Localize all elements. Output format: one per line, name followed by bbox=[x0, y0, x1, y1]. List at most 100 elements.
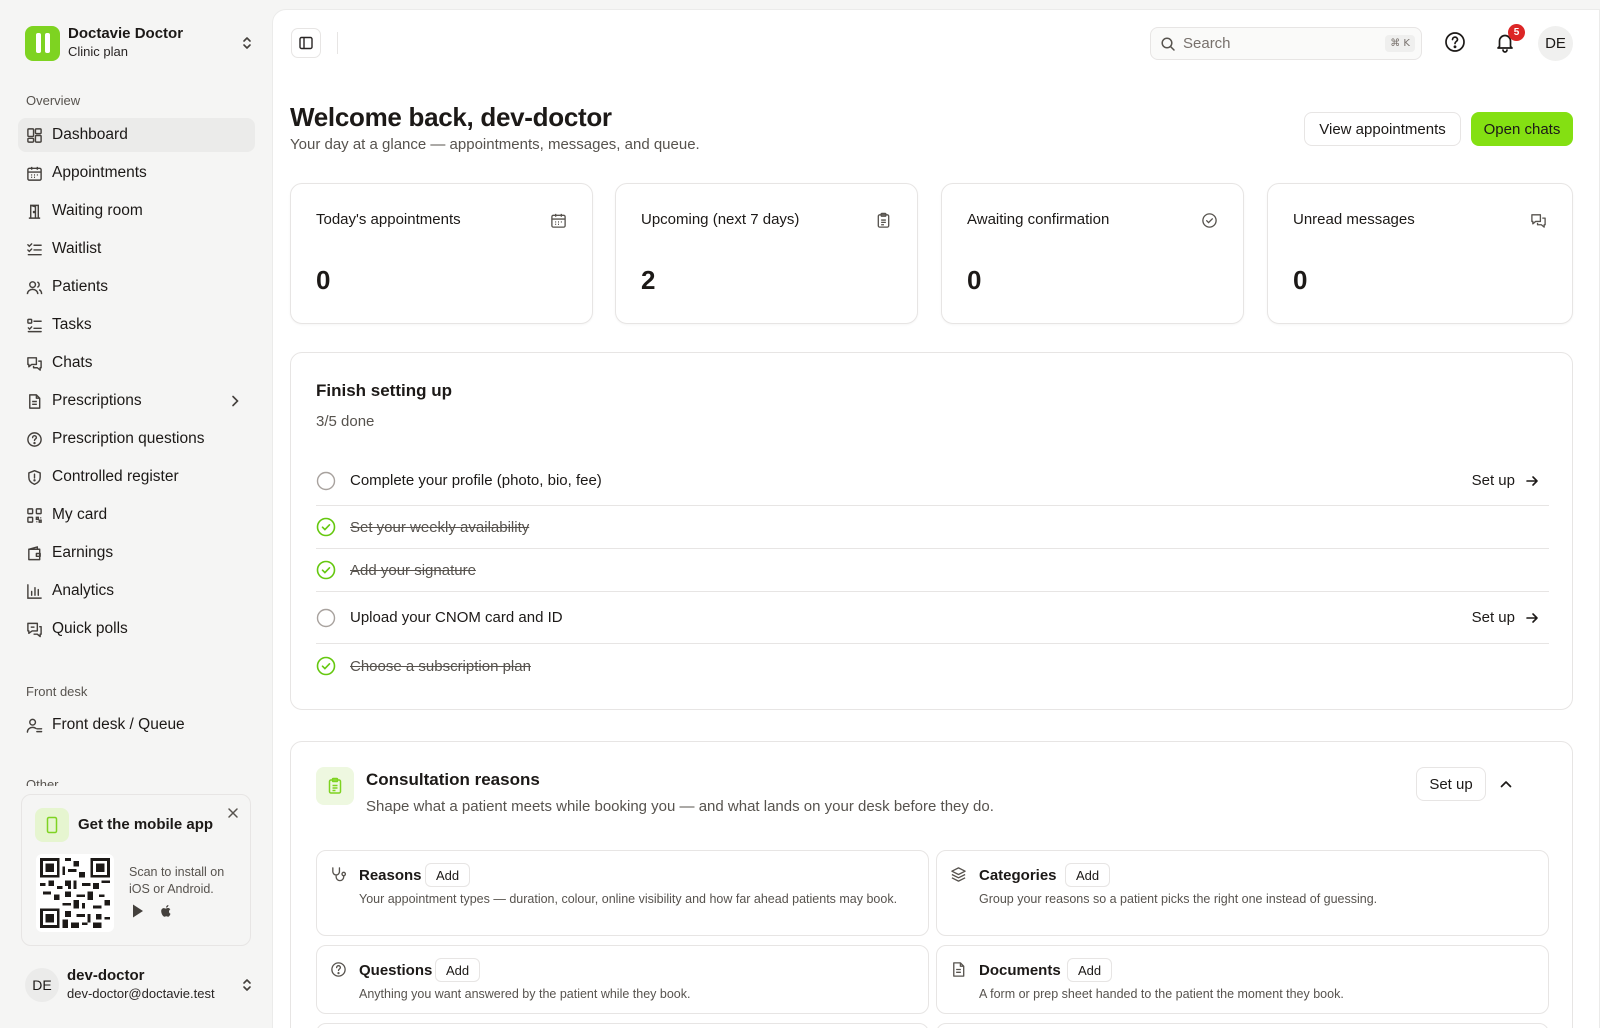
check-circle-icon[interactable] bbox=[316, 560, 336, 580]
wallet-icon bbox=[28, 545, 41, 560]
stat-card-today-appointments[interactable]: Today's appointments 0 bbox=[290, 183, 593, 324]
clipboard-icon bbox=[316, 767, 354, 805]
mobile-app-title: Get the mobile app bbox=[78, 816, 214, 833]
user-email: dev-doctor@doctavie.test bbox=[67, 986, 215, 1001]
add-button[interactable]: Add bbox=[1065, 863, 1111, 887]
setup-task[interactable]: Add your signature bbox=[316, 549, 1549, 592]
setup-progress: 3/5 done bbox=[316, 413, 375, 430]
sidebar-item-front-desk-queue[interactable]: Front desk / Queue bbox=[18, 708, 255, 742]
dashboard-icon bbox=[27, 127, 42, 143]
stat-card-unread-messages[interactable]: Unread messages 0 bbox=[1267, 183, 1573, 324]
stat-value: 0 bbox=[967, 265, 982, 295]
sidebar-item-label: Tasks bbox=[52, 316, 92, 333]
sidebar-item-label: Earnings bbox=[52, 544, 114, 561]
stat-card-awaiting-confirmation[interactable]: Awaiting confirmation 0 bbox=[941, 183, 1244, 324]
mobile-app-card: Get the mobile app Scan to install on iO… bbox=[21, 794, 251, 946]
sidebar-item-chats[interactable]: Chats bbox=[18, 346, 255, 380]
sidebar-item-my-card[interactable]: My card bbox=[18, 498, 255, 532]
stat-label: Awaiting confirmation bbox=[967, 211, 1110, 228]
user-menu[interactable]: DE dev-doctor dev-doctor@doctavie.test bbox=[25, 965, 255, 1005]
set-up-button[interactable]: Set up bbox=[1416, 767, 1486, 801]
sidebar-item-prescription-questions[interactable]: Prescription questions bbox=[18, 422, 255, 456]
sidebar-item-waitlist[interactable]: Waitlist bbox=[18, 232, 255, 266]
sidebar-item-quick-polls[interactable]: Quick polls bbox=[18, 612, 255, 646]
setup-task[interactable]: Upload your CNOM card and ID Set up bbox=[316, 592, 1549, 644]
mobile-app-description: Scan to install on iOS or Android. bbox=[129, 865, 225, 896]
add-button[interactable]: Add bbox=[425, 863, 471, 887]
stat-value: 0 bbox=[1293, 265, 1308, 295]
chevron-right-icon bbox=[232, 395, 239, 407]
stethoscope-icon bbox=[332, 867, 347, 882]
categories-card[interactable]: Categories Add Group your reasons so a p… bbox=[936, 850, 1549, 936]
setup-task-action[interactable]: Set up bbox=[1472, 609, 1539, 626]
help-icon[interactable] bbox=[1444, 31, 1466, 53]
open-chats-button[interactable]: Open chats bbox=[1471, 112, 1573, 146]
questions-card[interactable]: Questions Add Anything you want answered… bbox=[316, 945, 929, 1014]
sidebar-item-analytics[interactable]: Analytics bbox=[18, 574, 255, 608]
sidebar-item-label: Appointments bbox=[52, 164, 147, 181]
google-play-icon[interactable] bbox=[130, 903, 146, 919]
search-icon bbox=[1161, 36, 1175, 51]
sidebar-item-label: Waitlist bbox=[52, 240, 102, 257]
documents-card[interactable]: Documents Add A form or prep sheet hande… bbox=[936, 945, 1549, 1014]
check-circle-icon[interactable] bbox=[316, 656, 336, 676]
setup-task[interactable]: Choose a subscription plan bbox=[316, 644, 1549, 688]
setup-task-action[interactable]: Set up bbox=[1472, 472, 1539, 489]
stat-label: Upcoming (next 7 days) bbox=[641, 211, 800, 228]
consultation-card[interactable] bbox=[316, 1023, 929, 1028]
sidebar: Doctavie Doctor Clinic plan Overview Das… bbox=[0, 0, 272, 1028]
avatar[interactable]: DE bbox=[1538, 26, 1573, 61]
user-name: dev-doctor bbox=[67, 967, 145, 984]
setup-task[interactable]: Complete your profile (photo, bio, fee) … bbox=[316, 456, 1549, 506]
sidebar-item-label: Controlled register bbox=[52, 468, 179, 485]
view-appointments-button[interactable]: View appointments bbox=[1304, 112, 1461, 146]
reasons-card[interactable]: Reasons Add Your appointment types — dur… bbox=[316, 850, 929, 936]
sidebar-item-dashboard[interactable]: Dashboard bbox=[18, 118, 255, 152]
sidebar-item-label: Patients bbox=[52, 278, 109, 295]
search-box[interactable]: ⌘ K bbox=[1150, 27, 1422, 60]
card-description: Your appointment types — duration, colou… bbox=[359, 892, 898, 906]
stat-label: Unread messages bbox=[1293, 211, 1415, 228]
check-circle-icon[interactable] bbox=[316, 517, 336, 537]
add-button[interactable]: Add bbox=[1067, 958, 1113, 982]
section-label-overview: Overview bbox=[26, 93, 81, 108]
add-button[interactable]: Add bbox=[435, 958, 481, 982]
empty-circle-icon[interactable] bbox=[316, 608, 336, 628]
sidebar-item-appointments[interactable]: Appointments bbox=[18, 156, 255, 190]
empty-circle-icon[interactable] bbox=[316, 471, 336, 491]
task-label: Upload your CNOM card and ID bbox=[350, 609, 563, 626]
sidebar-item-waiting-room[interactable]: Waiting room bbox=[18, 194, 255, 228]
bar-chart-icon bbox=[27, 583, 42, 599]
arrow-right-icon bbox=[1526, 612, 1538, 623]
setup-title: Finish setting up bbox=[316, 381, 452, 400]
sidebar-item-controlled-register[interactable]: Controlled register bbox=[18, 460, 255, 494]
sidebar-item-tasks[interactable]: Tasks bbox=[18, 308, 255, 342]
divider bbox=[337, 32, 338, 54]
apple-icon[interactable] bbox=[158, 903, 174, 919]
consultation-card[interactable] bbox=[936, 1023, 1549, 1028]
setup-task[interactable]: Set your weekly availability bbox=[316, 506, 1549, 549]
brand-logo bbox=[25, 25, 60, 61]
arrow-right-icon bbox=[1526, 475, 1538, 486]
sidebar-item-label: Prescriptions bbox=[52, 392, 142, 409]
sidebar-toggle-button[interactable] bbox=[291, 28, 321, 58]
calendar-icon bbox=[551, 213, 566, 228]
search-input[interactable] bbox=[1183, 35, 1373, 52]
close-icon[interactable] bbox=[226, 806, 240, 820]
chevron-up-icon[interactable] bbox=[1496, 774, 1516, 794]
stat-value: 2 bbox=[641, 265, 656, 295]
card-title: Reasons bbox=[359, 867, 422, 884]
section-title: Consultation reasons bbox=[366, 770, 540, 789]
layers-icon bbox=[951, 867, 966, 882]
sidebar-item-patients[interactable]: Patients bbox=[18, 270, 255, 304]
file-icon bbox=[29, 393, 41, 409]
stat-card-upcoming[interactable]: Upcoming (next 7 days) 2 bbox=[615, 183, 918, 324]
sidebar-item-label: Front desk / Queue bbox=[52, 716, 185, 733]
card-description: Anything you want answered by the patien… bbox=[359, 987, 691, 1001]
workspace-switcher[interactable]: Doctavie Doctor Clinic plan bbox=[25, 25, 255, 61]
tasks-icon bbox=[27, 318, 42, 332]
sidebar-item-prescriptions[interactable]: Prescriptions bbox=[18, 384, 255, 418]
sidebar-item-earnings[interactable]: Earnings bbox=[18, 536, 255, 570]
sidebar-item-label: My card bbox=[52, 506, 108, 523]
sidebar-item-label: Waiting room bbox=[52, 202, 143, 219]
